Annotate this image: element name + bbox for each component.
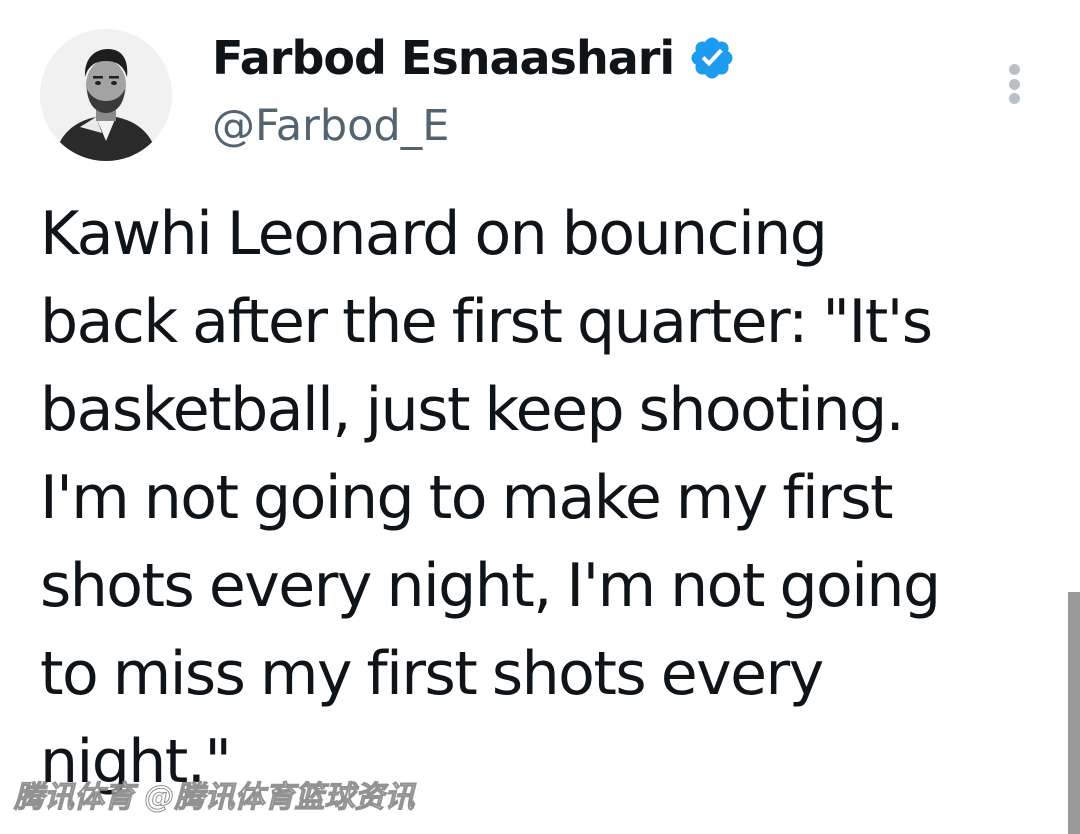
watermark: 腾讯体育 @腾讯体育篮球资讯 bbox=[13, 780, 415, 816]
scrollbar-thumb[interactable] bbox=[1068, 592, 1080, 834]
more-vertical-icon[interactable] bbox=[996, 58, 1032, 110]
verified-badge-icon bbox=[688, 34, 736, 82]
author-display-name[interactable]: Farbod Esnaashari bbox=[212, 30, 675, 86]
author-handle[interactable]: @Farbod_E bbox=[212, 98, 449, 154]
more-dot bbox=[1008, 93, 1020, 104]
author-name-row: Farbod Esnaashari bbox=[212, 30, 736, 86]
more-dot bbox=[1008, 64, 1020, 75]
tweet-text-line: basketball, just keep shooting. bbox=[40, 375, 905, 445]
more-dot bbox=[1008, 78, 1020, 90]
author-avatar[interactable] bbox=[40, 29, 172, 161]
tweet-text-line: I'm not going to make my first bbox=[40, 463, 894, 533]
tweet-text-line: to miss my first shots every bbox=[40, 639, 824, 709]
avatar-portrait bbox=[40, 29, 172, 161]
tweet-text-line: back after the first quarter: "It's bbox=[40, 287, 933, 357]
tweet-text-line: Kawhi Leonard on bouncing bbox=[40, 199, 828, 269]
tweet-text: Kawhi Leonard on bouncing back after the… bbox=[40, 190, 1030, 806]
tweet-text-line: shots every night, I'm not going bbox=[40, 551, 941, 621]
